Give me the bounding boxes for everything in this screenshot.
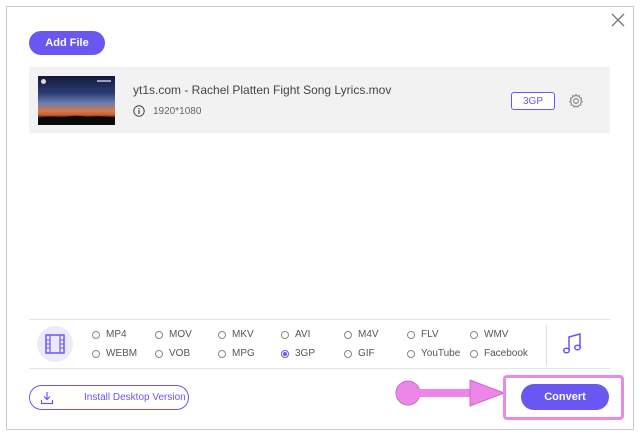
- download-icon: [40, 391, 54, 404]
- format-option-wmv[interactable]: WMV: [470, 329, 508, 340]
- radio-icon: [407, 349, 415, 358]
- radio-icon: [470, 349, 478, 358]
- format-label: GIF: [358, 348, 375, 359]
- format-option-youtube[interactable]: YouTube: [407, 348, 460, 359]
- format-panel: MP4 MOV MKV AVI M4V FLV WMV WEBM VOB MPG…: [29, 319, 610, 369]
- format-option-facebook[interactable]: Facebook: [470, 348, 528, 359]
- radio-icon: [155, 349, 163, 358]
- format-label: M4V: [358, 329, 379, 340]
- file-name: yt1s.com - Rachel Platten Fight Song Lyr…: [133, 83, 392, 97]
- video-thumbnail: [38, 76, 115, 125]
- divider: [546, 325, 547, 365]
- radio-icon: [155, 330, 163, 339]
- add-file-button[interactable]: Add File: [29, 31, 105, 55]
- format-option-mkv[interactable]: MKV: [218, 329, 254, 340]
- radio-icon: [344, 349, 352, 358]
- radio-icon: [92, 349, 100, 358]
- file-list-item: yt1s.com - Rachel Platten Fight Song Lyr…: [29, 67, 610, 133]
- music-note-icon[interactable]: [562, 332, 582, 356]
- format-option-avi[interactable]: AVI: [281, 329, 310, 340]
- format-label: MPG: [232, 348, 255, 359]
- format-option-mpg[interactable]: MPG: [218, 348, 255, 359]
- radio-icon: [92, 330, 100, 339]
- info-icon[interactable]: [133, 105, 145, 117]
- format-label: WMV: [484, 329, 509, 340]
- format-label: 3GP: [295, 348, 316, 359]
- format-label: VOB: [169, 348, 191, 359]
- install-desktop-version-button[interactable]: Install Desktop Version: [29, 385, 189, 410]
- format-label: MOV: [169, 329, 192, 340]
- format-option-mp4[interactable]: MP4: [92, 329, 127, 340]
- radio-icon: [344, 330, 352, 339]
- install-label: Install Desktop Version: [84, 392, 186, 403]
- output-format-button[interactable]: 3GP: [511, 92, 555, 110]
- radio-icon: [218, 349, 226, 358]
- format-label: AVI: [295, 329, 311, 340]
- arrow-icon: [395, 379, 505, 407]
- format-option-mov[interactable]: MOV: [155, 329, 192, 340]
- format-option-flv[interactable]: FLV: [407, 329, 439, 340]
- format-option-gif[interactable]: GIF: [344, 348, 375, 359]
- convert-button[interactable]: Convert: [521, 384, 609, 410]
- video-format-icon[interactable]: [37, 326, 73, 362]
- radio-selected-icon: [281, 349, 289, 358]
- format-label: MP4: [106, 329, 127, 340]
- gear-icon[interactable]: [568, 93, 584, 109]
- format-label: FLV: [421, 329, 439, 340]
- radio-icon: [218, 330, 226, 339]
- radio-icon: [470, 330, 478, 339]
- format-option-m4v[interactable]: M4V: [344, 329, 379, 340]
- format-label: MKV: [232, 329, 254, 340]
- format-label: YouTube: [421, 348, 461, 359]
- format-option-vob[interactable]: VOB: [155, 348, 190, 359]
- format-option-3gp[interactable]: 3GP: [281, 348, 315, 359]
- radio-icon: [407, 330, 415, 339]
- radio-icon: [281, 330, 289, 339]
- format-option-webm[interactable]: WEBM: [92, 348, 137, 359]
- format-label: WEBM: [106, 348, 138, 359]
- file-resolution: 1920*1080: [153, 106, 202, 117]
- format-label: Facebook: [484, 348, 528, 359]
- close-icon[interactable]: [608, 10, 628, 30]
